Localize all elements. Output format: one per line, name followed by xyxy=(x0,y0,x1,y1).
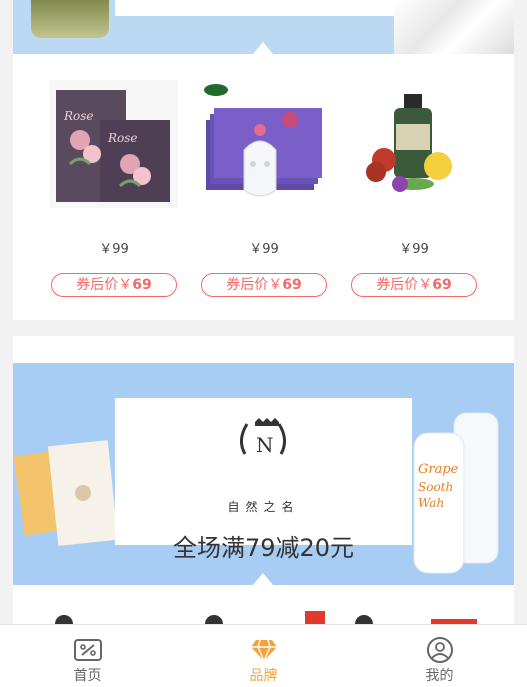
brand-logo-letter: N xyxy=(256,433,274,457)
tab-label: 首页 xyxy=(73,668,102,684)
coupon-value: 69 xyxy=(132,277,152,293)
bottom-tab-bar: 首页 品牌 我的 xyxy=(0,624,527,687)
svg-text:Wah: Wah xyxy=(418,496,444,510)
promo-text: 全场满79减20元 xyxy=(172,534,355,562)
coupon-label: 券后价￥ xyxy=(376,277,433,293)
tab-label: 我的 xyxy=(425,668,454,684)
brand-laurel-logo: N xyxy=(240,418,286,457)
brand-banner[interactable]: Grape Sooth Wah N 自然之名 全场满79减20元 xyxy=(13,363,514,585)
user-icon xyxy=(427,637,453,663)
product-price: ￥99 xyxy=(99,242,129,257)
product-price: ￥99 xyxy=(399,242,429,257)
banner-notch xyxy=(253,42,273,54)
tab-home[interactable]: 首页 xyxy=(0,625,175,687)
svg-text:Sooth: Sooth xyxy=(418,480,453,494)
banner-fabric-image xyxy=(394,0,514,54)
product-sachets-image xyxy=(13,440,119,546)
coupon-price-button[interactable]: 券后价￥69 xyxy=(351,273,477,297)
diamond-icon xyxy=(251,639,277,663)
coupon-price-button[interactable]: 券后价￥69 xyxy=(51,273,177,297)
product-image[interactable] xyxy=(200,80,328,208)
product-bottles-image: Grape Sooth Wah xyxy=(413,412,499,574)
product-card[interactable]: ￥99 券后价￥69 xyxy=(350,80,478,297)
coupon-value: 69 xyxy=(432,277,452,293)
discount-icon xyxy=(74,639,102,661)
tab-label: 品牌 xyxy=(249,668,278,684)
banner-panel xyxy=(115,0,411,16)
product-row: Rose Rose ￥99 券后价￥69 ￥99 券后价￥69 ￥99 券后价￥… xyxy=(13,42,514,320)
svg-text:Rose: Rose xyxy=(63,109,94,123)
product-image[interactable] xyxy=(350,80,478,208)
product-card[interactable]: ￥99 券后价￥69 xyxy=(200,80,328,297)
svg-text:Rose: Rose xyxy=(107,131,138,145)
svg-text:Grape: Grape xyxy=(418,462,459,477)
tab-me[interactable]: 我的 xyxy=(352,625,527,687)
brand-name: 自然之名 xyxy=(227,500,300,514)
product-card[interactable]: Rose Rose ￥99 券后价￥69 xyxy=(50,80,178,297)
coupon-label: 券后价￥ xyxy=(226,277,283,293)
banner-notch xyxy=(253,573,273,585)
official-badge xyxy=(305,611,325,625)
product-price: ￥99 xyxy=(249,242,279,257)
coupon-price-button[interactable]: 券后价￥69 xyxy=(201,273,327,297)
product-row-partial xyxy=(13,573,514,625)
product-image[interactable]: Rose Rose xyxy=(50,80,178,208)
product-bottle-image xyxy=(31,0,109,38)
tab-brand[interactable]: 品牌 xyxy=(176,625,351,687)
coupon-value: 69 xyxy=(282,277,302,293)
brand-info-panel: N 自然之名 全场满79减20元 xyxy=(115,398,412,562)
brand-card-header xyxy=(13,336,514,363)
coupon-label: 券后价￥ xyxy=(76,277,133,293)
